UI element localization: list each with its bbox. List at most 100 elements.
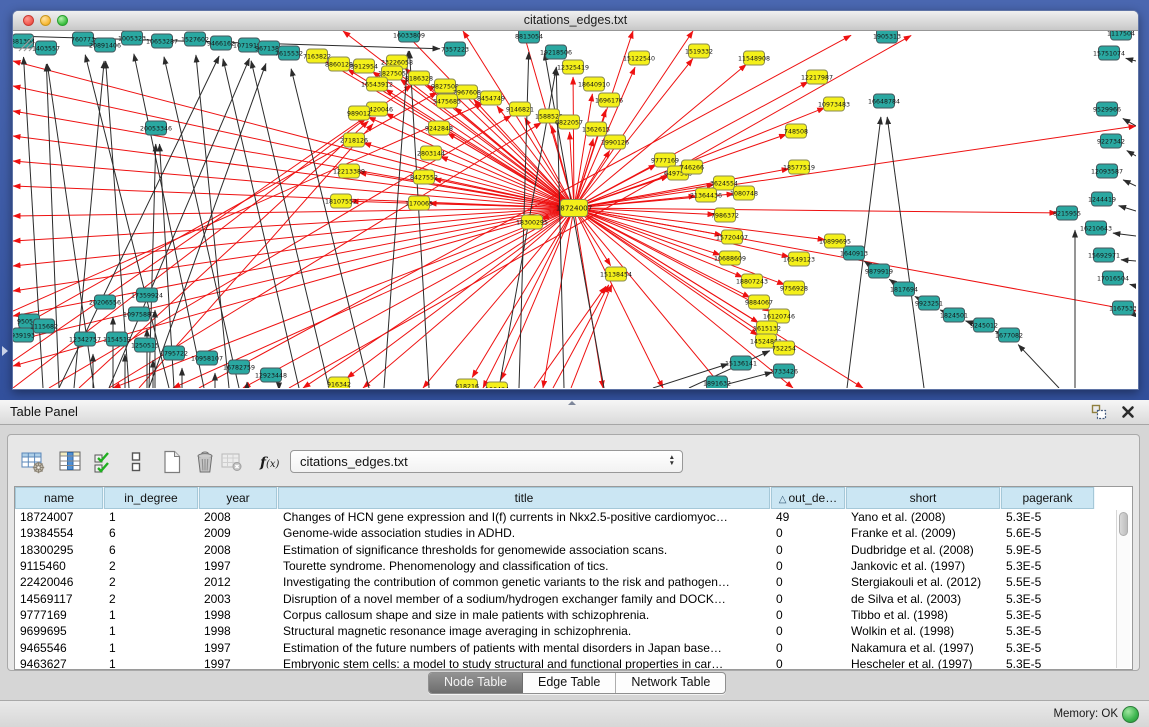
graph-node-label: 8454749 (477, 95, 505, 102)
citation-edge-black (1123, 180, 1136, 186)
table-cell: Disruption of a novel member of a sodium… (278, 592, 771, 606)
window-title: citations_edges.txt (524, 13, 628, 27)
table-row[interactable]: 1872400712008Changes of HCN gene express… (15, 509, 1132, 525)
graph-node-label: 12325419 (557, 64, 589, 71)
graph-node-label: 9923251 (915, 300, 943, 307)
graph-node-label: 16543912 (361, 81, 393, 88)
graph-node-label: 18300295 (516, 219, 548, 226)
table-row[interactable]: 911546021997Tourette syndrome. Phenomeno… (15, 558, 1132, 574)
table-cell: 5.6E-5 (1001, 526, 1095, 540)
float-window-icon[interactable] (1091, 404, 1107, 420)
scrollbar-thumb[interactable] (1119, 512, 1128, 536)
table-cell: 19384554 (15, 526, 104, 540)
table-cell: 2 (104, 575, 199, 589)
close-traffic-light[interactable] (23, 15, 34, 26)
graph-node-label: 12342757 (69, 336, 101, 343)
table-cell: 6 (104, 526, 199, 540)
graph-node-label: 939193 (13, 332, 35, 339)
table-row[interactable]: 946362711997Embryonic stem cells: a mode… (15, 656, 1132, 670)
table-panel: Table Panel (0, 400, 1149, 700)
graph-node-label: 7357223 (441, 46, 469, 53)
collapsed-panel-arrow-icon[interactable] (2, 346, 8, 356)
table-cell: 0 (771, 559, 846, 573)
close-panel-icon[interactable] (1121, 405, 1135, 419)
citation-edge-red (385, 89, 574, 208)
table-cell: 5.3E-5 (1001, 657, 1095, 670)
graph-node-label: 106434 (485, 386, 509, 388)
graph-node-label: 20206556 (89, 299, 121, 306)
table-cell: Tourette syndrome. Phenomenology and cla… (278, 559, 771, 573)
graph-node-label: 748508 (784, 128, 808, 135)
network-svg[interactable]: 8813041403557760773208914061005323106532… (13, 31, 1136, 388)
column-header-pagerank[interactable]: pagerank (1001, 487, 1095, 509)
column-header-in_degree[interactable]: in_degree (104, 487, 199, 509)
column-header-title[interactable]: title (278, 487, 771, 509)
column-header-short[interactable]: short (846, 487, 1001, 509)
table-selector-combobox[interactable]: citations_edges.txt ▲▼ (290, 450, 683, 473)
delete-column-disabled-icon (219, 449, 245, 475)
table-row[interactable]: 1830029562008Estimation of significance … (15, 542, 1132, 558)
graph-node-label: 2803144 (417, 150, 445, 157)
graph-node-label: 9146821 (506, 106, 534, 113)
function-builder-icon[interactable]: f (x) (257, 449, 283, 475)
splitter-arrow-icon[interactable] (568, 401, 576, 405)
graph-node-label: 8860128 (325, 61, 353, 68)
table-row[interactable]: 1938455462009Genome-wide association stu… (15, 525, 1132, 541)
graph-node-label: 916342 (327, 381, 351, 388)
table-cell: 5.3E-5 (1001, 641, 1095, 655)
new-table-icon[interactable] (159, 449, 185, 475)
column-header-year[interactable]: year (199, 487, 278, 509)
citation-edge-red (574, 208, 789, 257)
graph-node-label: 1795722 (160, 350, 188, 357)
citation-edge-red (574, 208, 1057, 213)
delete-table-icon[interactable] (192, 449, 218, 475)
select-column-icon[interactable] (58, 449, 84, 475)
table-cell: Structural magnetic resonance image aver… (278, 624, 771, 638)
table-row[interactable]: 969969511998Structural magnetic resonanc… (15, 623, 1132, 639)
table-cell: 2 (104, 559, 199, 573)
column-header-out_de[interactable]: △out_de… (771, 487, 846, 509)
table-cell: 1 (104, 510, 199, 524)
tab-node-table[interactable]: Node Table (429, 673, 523, 693)
graph-node-label: 8186328 (405, 75, 433, 82)
minimize-traffic-light[interactable] (40, 15, 51, 26)
citation-edge-black (1018, 345, 1059, 388)
table-vertical-scrollbar[interactable] (1116, 510, 1130, 668)
table-cell: 0 (771, 592, 846, 606)
tab-edge-table[interactable]: Edge Table (523, 673, 616, 693)
network-window-titlebar[interactable]: citations_edges.txt (13, 11, 1138, 31)
graph-node-label: 989012 (347, 110, 371, 117)
tab-network-table[interactable]: Network Table (616, 673, 725, 693)
svg-text:(x): (x) (266, 459, 280, 470)
attribute-table-rows: 1872400712008Changes of HCN gene express… (15, 509, 1132, 670)
table-cell: 14569117 (15, 592, 104, 606)
graph-node-label: 10958107 (191, 355, 223, 362)
validate-marks-icon[interactable] (92, 449, 114, 475)
table-row[interactable]: 1456911722003Disruption of a novel membe… (15, 590, 1132, 606)
table-cell: Hescheler et al. (1997) (846, 657, 1001, 670)
network-canvas[interactable]: 8813041403557760773208914061005323106532… (13, 31, 1136, 388)
zoom-traffic-light[interactable] (57, 15, 68, 26)
table-settings-icon[interactable] (20, 449, 46, 475)
table-cell: 5.3E-5 (1001, 510, 1095, 524)
graph-node-label: 12217987 (801, 74, 833, 81)
table-cell: Embryonic stem cells: a model to study s… (278, 657, 771, 670)
graph-node-label: 9242848 (425, 125, 453, 132)
graph-node-label: 1824501 (940, 312, 968, 319)
table-cell: Genome-wide association studies in ADHD. (278, 526, 771, 540)
column-header-name[interactable]: name (15, 487, 104, 509)
graph-node-label: 16120746 (763, 313, 795, 320)
rows-icon[interactable] (126, 449, 146, 475)
graph-node-label: 1733426 (770, 368, 798, 375)
graph-node-label: 12923448 (255, 372, 287, 379)
graph-node-label: 1817694 (890, 286, 918, 293)
table-row[interactable]: 2242004622012Investigating the contribut… (15, 574, 1132, 590)
memory-status-label: Memory: OK (1053, 708, 1118, 720)
table-row[interactable]: 977716911998Corpus callosum shape and si… (15, 607, 1132, 623)
graph-node-label: 9777169 (651, 157, 679, 164)
citation-edge-black (410, 51, 429, 388)
graph-node-label: 746266 (680, 164, 704, 171)
resize-grip-icon[interactable] (13, 31, 35, 53)
table-row[interactable]: 946554611997Estimation of the future num… (15, 639, 1132, 655)
table-cell: Corpus callosum shape and size in male p… (278, 608, 771, 622)
